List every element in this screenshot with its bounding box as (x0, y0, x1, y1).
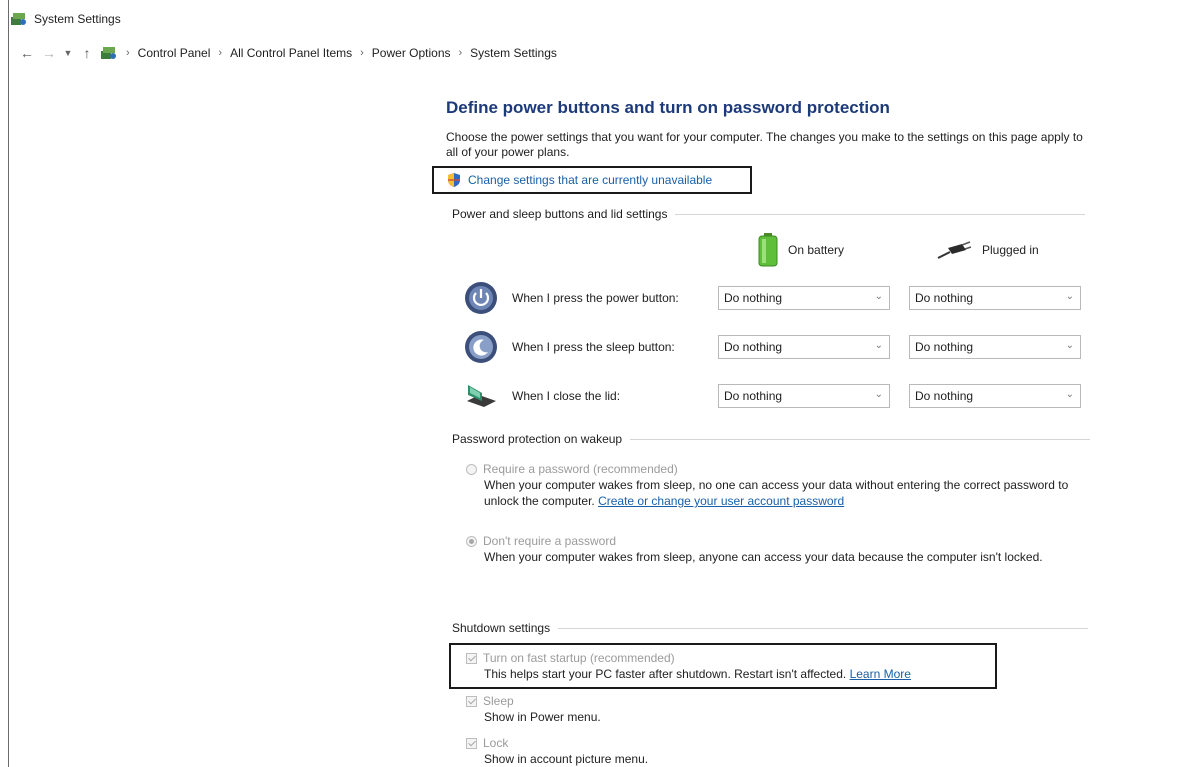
password-section-header: Password protection on wakeup (452, 432, 1091, 446)
section-divider (630, 438, 1091, 440)
window-left-border (8, 0, 9, 767)
select-value: Do nothing (915, 340, 974, 354)
sleep-description: Show in Power menu. (484, 710, 601, 724)
on-battery-column-header: On battery (758, 233, 844, 267)
chevron-down-icon: ⌄ (874, 340, 883, 351)
lock-option: Lock Show in account picture menu. (466, 735, 1086, 767)
section-divider (558, 627, 1089, 629)
forward-arrow-icon[interactable]: → (38, 45, 60, 61)
require-password-label: Require a password (recommended) (483, 462, 678, 476)
plugged-in-column-header: Plugged in (936, 240, 1039, 260)
breadcrumb-power-options[interactable]: Power Options (372, 46, 451, 60)
power-button-row: When I press the power button: (464, 281, 702, 315)
require-password-radio[interactable] (466, 463, 477, 475)
sleep-button-label: When I press the sleep button: (512, 340, 675, 354)
chevron-down-icon: ⌄ (1065, 291, 1074, 302)
sleep-option: Sleep Show in Power menu. (466, 693, 1086, 725)
require-password-description: When your computer wakes from sleep, no … (466, 477, 1086, 509)
dont-require-password-radio[interactable] (466, 535, 477, 547)
lock-checkbox[interactable] (466, 737, 477, 749)
password-section-title: Password protection on wakeup (452, 432, 623, 446)
select-value: Do nothing (724, 291, 783, 305)
shutdown-section-title: Shutdown settings (452, 621, 551, 635)
breadcrumb-separator-icon: › (458, 47, 463, 59)
breadcrumb-control-panel[interactable]: Control Panel (138, 46, 211, 60)
fast-startup-option: Turn on fast startup (recommended) This … (466, 650, 1086, 682)
power-button-battery-select[interactable]: Do nothing ⌄ (718, 286, 890, 310)
change-settings-label: Change settings that are currently unava… (468, 173, 713, 187)
address-bar: ← → ▼ ↑ › Control Panel › All Control Pa… (16, 42, 557, 64)
breadcrumb-separator-icon: › (360, 47, 364, 59)
sleep-label: Sleep (483, 694, 514, 708)
select-value: Do nothing (724, 340, 783, 354)
power-button-icon (465, 282, 497, 314)
breadcrumb-separator-icon: › (218, 47, 223, 59)
select-value: Do nothing (915, 389, 974, 403)
main-content: Define power buttons and turn on passwor… (446, 96, 1111, 160)
select-value: Do nothing (915, 291, 974, 305)
sleep-checkbox[interactable] (466, 695, 477, 707)
learn-more-link[interactable]: Learn More (850, 667, 911, 681)
page-description: Choose the power settings that you want … (446, 130, 1083, 159)
select-value: Do nothing (724, 389, 783, 403)
create-password-link[interactable]: Create or change your user account passw… (598, 494, 844, 508)
chevron-down-icon: ⌄ (1065, 389, 1074, 400)
power-button-plugged-select[interactable]: Do nothing ⌄ (909, 286, 1081, 310)
section-divider (675, 213, 1086, 215)
control-panel-icon (11, 13, 26, 25)
chevron-down-icon: ⌄ (874, 389, 883, 400)
breadcrumb-separator-icon: › (126, 47, 130, 59)
lock-description: Show in account picture menu. (484, 752, 649, 766)
breadcrumb-all-items[interactable]: All Control Panel Items (230, 46, 352, 60)
laptop-lid-icon (467, 385, 496, 407)
breadcrumb-system-settings[interactable]: System Settings (470, 46, 557, 60)
recent-locations-chevron-icon[interactable]: ▼ (60, 48, 76, 58)
power-plug-icon (937, 241, 972, 259)
lock-label: Lock (483, 736, 509, 750)
require-password-option: Require a password (recommended) When yo… (466, 461, 1086, 509)
uac-shield-icon (448, 173, 460, 187)
chevron-down-icon: ⌄ (874, 291, 883, 302)
page-title: Define power buttons and turn on passwor… (446, 98, 890, 117)
fast-startup-label: Turn on fast startup (recommended) (483, 651, 675, 665)
dont-require-password-option: Don't require a password When your compu… (466, 533, 1086, 565)
sleep-button-icon (465, 331, 497, 363)
fast-startup-description: This helps start your PC faster after sh… (466, 666, 1086, 682)
close-lid-battery-select[interactable]: Do nothing ⌄ (718, 384, 890, 408)
dont-require-password-label: Don't require a password (483, 534, 617, 548)
plugged-in-label: Plugged in (982, 243, 1039, 257)
sleep-button-row: When I press the sleep button: (464, 330, 702, 364)
close-lid-plugged-select[interactable]: Do nothing ⌄ (909, 384, 1081, 408)
title-bar: System Settings (10, 8, 121, 30)
on-battery-label: On battery (788, 243, 845, 257)
chevron-down-icon: ⌄ (1065, 340, 1074, 351)
fast-startup-checkbox[interactable] (466, 652, 477, 664)
up-arrow-icon[interactable]: ↑ (76, 45, 98, 61)
dont-require-password-description: When your computer wakes from sleep, any… (484, 550, 1043, 564)
battery-icon (758, 233, 778, 267)
power-section-header: Power and sleep buttons and lid settings (452, 207, 1086, 221)
back-arrow-icon[interactable]: ← (16, 45, 38, 61)
change-settings-link[interactable]: Change settings that are currently unava… (432, 166, 752, 194)
control-panel-icon (101, 47, 116, 59)
close-lid-row: When I close the lid: (464, 379, 702, 413)
sleep-button-battery-select[interactable]: Do nothing ⌄ (718, 335, 890, 359)
window-title: System Settings (34, 12, 121, 26)
fast-startup-desc-text: This helps start your PC faster after sh… (484, 667, 847, 681)
power-section-title: Power and sleep buttons and lid settings (452, 207, 668, 221)
close-lid-label: When I close the lid: (512, 389, 621, 403)
shutdown-section-header: Shutdown settings (452, 621, 1089, 635)
sleep-button-plugged-select[interactable]: Do nothing ⌄ (909, 335, 1081, 359)
power-button-label: When I press the power button: (512, 291, 679, 305)
